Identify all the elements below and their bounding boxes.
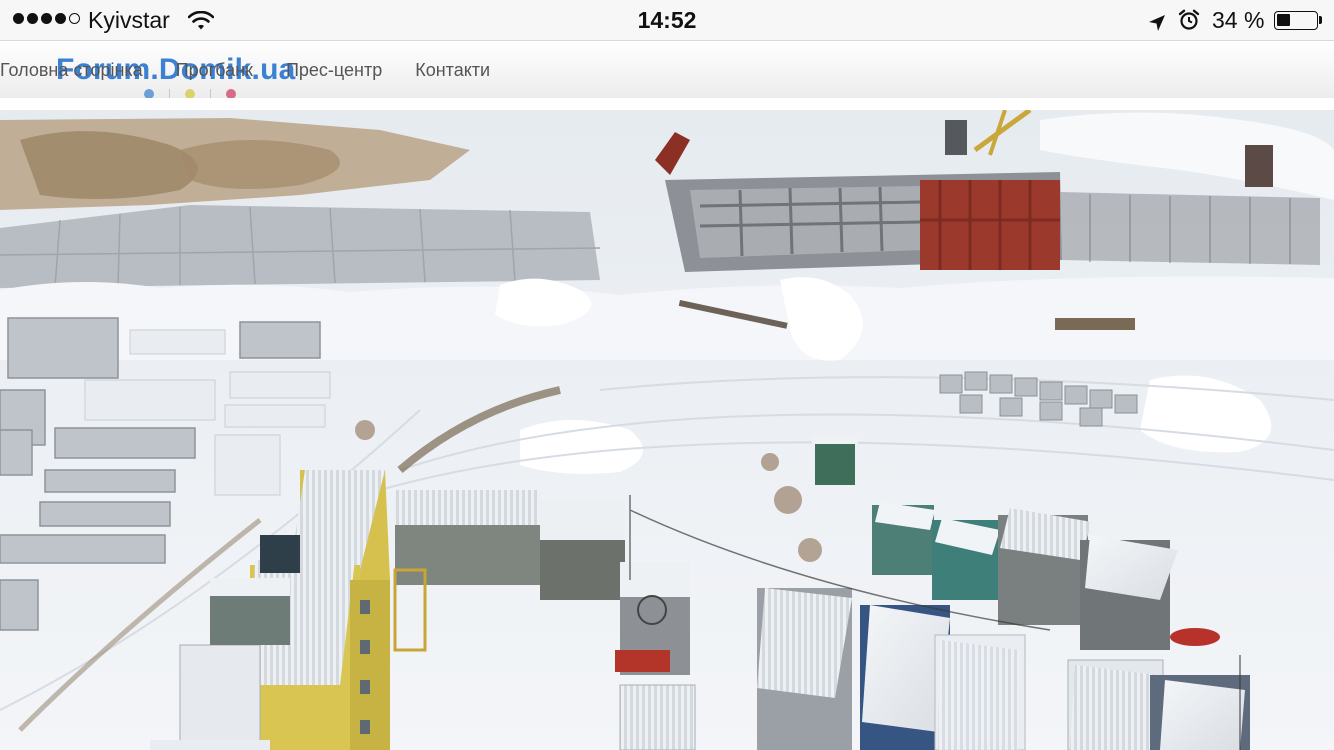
site-header: Forum.Domik.ua Головна сторінка Прогбанк… [0,40,1334,99]
status-time: 14:52 [637,7,697,33]
nav-progbank[interactable]: Прогбанк [176,60,253,81]
status-bar: Kyivstar 14:52 34 % [0,0,1334,40]
battery-level-fill [1277,14,1290,26]
battery-tip [1319,16,1322,24]
nav-contacts[interactable]: Контакти [415,60,490,81]
battery-icon [1274,11,1318,30]
battery-percent: 34 % [1212,7,1265,33]
nav-home[interactable]: Головна сторінка [0,60,143,81]
construction-site-photo [0,110,1334,750]
nav-press-center[interactable]: Прес-центр [286,60,382,81]
main-nav: Головна сторінка Прогбанк Прес-центр Кон… [0,60,523,81]
header-spacer [0,98,1334,110]
location-arrow-icon [1148,11,1166,38]
alarm-clock-icon [1178,9,1200,37]
